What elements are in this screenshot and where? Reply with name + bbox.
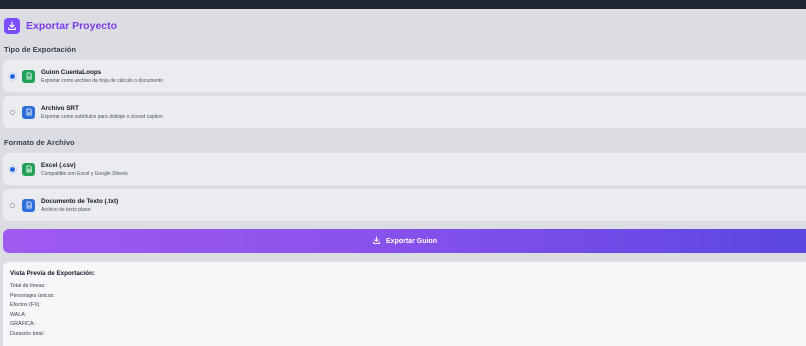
export-type-title: Tipo de Exportación: [4, 45, 76, 54]
download-icon: [4, 18, 20, 34]
preview-row-unique-characters: Personajes únicos:: [10, 292, 55, 299]
window-top-bar: [0, 0, 806, 9]
document-icon: [22, 69, 35, 83]
option-description: Exportar como archivo de hoja de cálculo…: [41, 77, 164, 84]
option-description: Compatible con Excel y Google Sheets: [41, 170, 128, 177]
dialog-header: Exportar Proyecto: [4, 16, 117, 36]
preview-row-total-duration: Duración total:: [10, 330, 45, 337]
preview-row-total-lines: Total de líneas:: [10, 283, 46, 289]
preview-row-grafica: GRÁFICA:: [10, 321, 36, 327]
option-excel-csv[interactable]: Excel (.csv) Compatible con Excel y Goog…: [3, 153, 806, 185]
preview-row-wala: WALA:: [10, 311, 27, 318]
preview-title: Vista Previa de Exportación:: [10, 270, 95, 277]
option-documento-txt[interactable]: Documento de Texto (.txt) Archivo de tex…: [3, 189, 806, 221]
option-description: Exportar como subtítulos para doblaje o …: [41, 113, 163, 120]
option-archivo-srt[interactable]: Archivo SRT Exportar como subtítulos par…: [3, 96, 806, 128]
dialog-title: Exportar Proyecto: [26, 20, 118, 32]
option-description: Archivo de texto plano: [41, 206, 91, 213]
radio-button[interactable]: [10, 109, 15, 115]
option-title: Excel (.csv): [41, 161, 76, 169]
option-guion-cuentaloops[interactable]: Guion CuentaLoops Exportar como archivo …: [3, 60, 806, 92]
spreadsheet-icon: [22, 162, 35, 176]
radio-button-selected[interactable]: [10, 73, 15, 79]
radio-button[interactable]: [10, 202, 15, 208]
export-preview-panel: Vista Previa de Exportación: Total de lí…: [3, 262, 806, 346]
radio-button-selected[interactable]: [10, 166, 15, 172]
option-title: Guion CuentaLoops: [41, 68, 102, 76]
export-button[interactable]: Exportar Guion: [3, 229, 806, 253]
preview-row-effects: Efectos (FX):: [10, 302, 41, 308]
option-title: Archivo SRT: [41, 104, 79, 112]
download-icon: [372, 236, 381, 247]
export-button-label: Exportar Guion: [386, 237, 437, 245]
option-title: Documento de Texto (.txt): [41, 197, 119, 205]
file-format-title: Formato de Archivo: [4, 138, 75, 147]
document-icon: [22, 105, 35, 119]
document-icon: [22, 198, 35, 212]
